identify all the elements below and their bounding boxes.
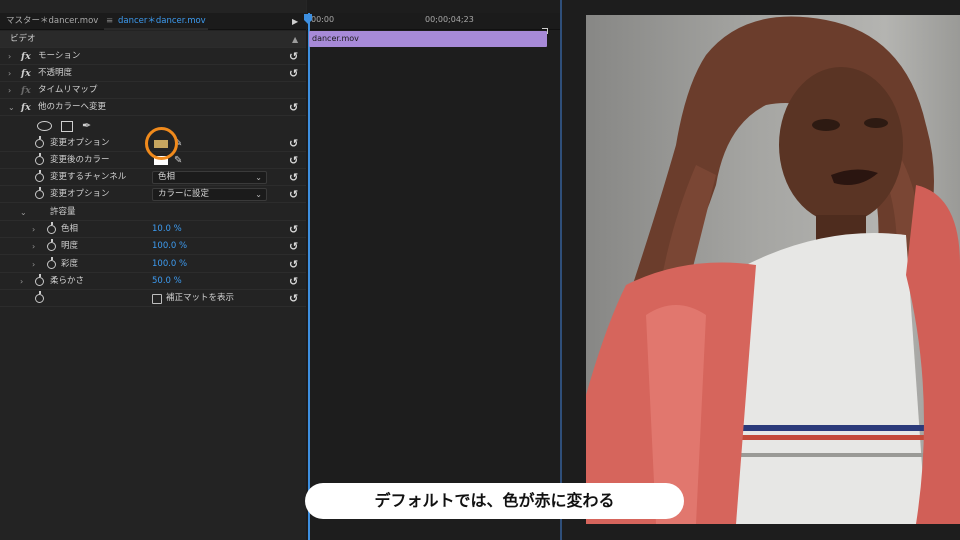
reset-icon[interactable]: ↺ <box>289 48 298 65</box>
stopwatch-icon[interactable] <box>35 136 44 148</box>
reset-icon[interactable]: ↺ <box>289 169 298 186</box>
stopwatch-icon[interactable] <box>35 274 44 286</box>
playhead[interactable] <box>308 13 310 540</box>
chevron-right-icon[interactable]: › <box>32 238 35 255</box>
reset-icon[interactable]: ↺ <box>289 256 298 273</box>
effect-row-motion[interactable]: › fx モーション ↺ <box>0 48 306 65</box>
effect-row-time-remap[interactable]: › fx タイムリマップ <box>0 82 306 99</box>
timecode-start: 00:00 <box>311 15 335 24</box>
change-channel-dropdown[interactable]: 色相 ⌄ <box>152 171 267 184</box>
param-row-lightness[interactable]: › 明度 100.0 % ↺ <box>0 238 306 255</box>
reset-icon[interactable]: ↺ <box>289 290 298 307</box>
hue-value[interactable]: 10.0 % <box>152 221 182 238</box>
param-row-hue[interactable]: › 色相 10.0 % ↺ <box>0 221 306 238</box>
change-option-dropdown[interactable]: カラーに設定 ⌄ <box>152 188 267 201</box>
chevron-down-icon[interactable]: ⌄ <box>8 99 15 116</box>
collapse-icon[interactable]: ▲ <box>292 31 298 48</box>
panel-tabs: マスター＊dancer.mov ≡ dancer＊dancer.mov ▶ <box>0 13 306 30</box>
dancer-frame-illustration <box>586 15 960 524</box>
video-section-header[interactable]: ビデオ ▲ <box>0 31 306 48</box>
reset-icon[interactable]: ↺ <box>289 152 298 169</box>
timecode-end: 00;00;04;23 <box>425 15 474 24</box>
fx-icon: fx <box>21 68 31 79</box>
stopwatch-icon[interactable] <box>47 239 56 251</box>
caption-banner: デフォルトでは、色が赤に変わる <box>305 483 684 519</box>
param-row-change-option[interactable]: 変更オプション カラーに設定 ⌄ ↺ <box>0 186 306 203</box>
ellipse-mask-icon[interactable] <box>37 121 52 131</box>
effect-label: 不透明度 <box>38 68 73 78</box>
dropdown-value: 色相 <box>158 172 176 182</box>
timeline-clip[interactable]: dancer.mov <box>309 31 547 47</box>
param-label: 変更後のカラー <box>50 155 110 165</box>
param-label: 変更オプション <box>50 189 110 199</box>
active-tab-indicator <box>104 28 208 30</box>
rectangle-mask-icon[interactable] <box>61 121 73 132</box>
param-row-change-channel[interactable]: 変更するチャンネル 色相 ⌄ ↺ <box>0 169 306 186</box>
fx-icon: fx <box>21 51 31 62</box>
dropdown-value: カラーに設定 <box>158 189 210 199</box>
effect-row-opacity[interactable]: › fx 不透明度 ↺ <box>0 65 306 82</box>
reset-icon[interactable]: ↺ <box>289 221 298 238</box>
param-group-tolerance[interactable]: ⌄ 許容量 <box>0 204 306 221</box>
effect-label: モーション <box>38 51 81 61</box>
param-label: 許容量 <box>50 207 76 217</box>
param-row-softness[interactable]: › 柔らかさ 50.0 % ↺ <box>0 273 306 290</box>
effect-label: 他のカラーへ変更 <box>38 102 107 112</box>
stopwatch-icon[interactable] <box>35 187 44 199</box>
effect-row-change-to-color[interactable]: ⌄ fx 他のカラーへ変更 ↺ <box>0 99 306 116</box>
param-label: 変更するチャンネル <box>50 172 127 182</box>
stopwatch-icon[interactable] <box>35 170 44 182</box>
video-frame <box>586 15 960 524</box>
video-section-label: ビデオ <box>10 34 36 44</box>
play-icon[interactable]: ▶ <box>292 13 298 30</box>
chevron-right-icon[interactable]: › <box>8 82 11 99</box>
correction-matte-checkbox[interactable] <box>152 294 162 304</box>
param-label: 変更オプション <box>50 138 110 148</box>
param-row-correction-matte[interactable]: 補正マットを表示 ↺ <box>0 290 306 307</box>
chevron-down-icon[interactable]: ⌄ <box>20 204 27 221</box>
param-label: 柔らかさ <box>50 276 85 286</box>
stopwatch-icon[interactable] <box>47 257 56 269</box>
clip-end-marker <box>542 28 548 34</box>
tab-master-clip[interactable]: マスター＊dancer.mov <box>6 13 98 30</box>
reset-icon[interactable]: ↺ <box>289 273 298 290</box>
time-ruler[interactable]: 00:00 00;00;04;23 <box>307 13 560 30</box>
param-row-saturation[interactable]: › 彩度 100.0 % ↺ <box>0 256 306 273</box>
softness-value[interactable]: 50.0 % <box>152 273 182 290</box>
reset-icon[interactable]: ↺ <box>289 135 298 152</box>
fx-icon: fx <box>21 85 31 96</box>
clip-name: dancer.mov <box>312 34 359 43</box>
stopwatch-icon[interactable] <box>47 222 56 234</box>
reset-icon[interactable]: ↺ <box>289 186 298 203</box>
chevron-right-icon[interactable]: › <box>32 221 35 238</box>
saturation-value[interactable]: 100.0 % <box>152 256 187 273</box>
reset-icon[interactable]: ↺ <box>289 65 298 82</box>
program-monitor <box>562 0 960 540</box>
highlight-ring <box>145 127 178 160</box>
reset-icon[interactable]: ↺ <box>289 99 298 116</box>
stopwatch-icon[interactable] <box>35 291 44 303</box>
fx-icon: fx <box>21 102 31 113</box>
chevron-right-icon[interactable]: › <box>8 65 11 82</box>
param-label: 色相 <box>61 224 79 234</box>
chevron-right-icon[interactable]: › <box>32 256 35 273</box>
eyedropper-icon[interactable]: ✎ <box>174 152 182 169</box>
reset-icon[interactable]: ↺ <box>289 238 298 255</box>
checkbox-label: 補正マットを表示 <box>166 293 235 303</box>
chevron-right-icon[interactable]: › <box>8 48 11 65</box>
chevron-down-icon: ⌄ <box>255 173 262 182</box>
chevron-right-icon[interactable]: › <box>20 273 23 290</box>
param-label: 彩度 <box>61 259 79 269</box>
stopwatch-icon[interactable] <box>35 153 44 165</box>
timeline-panel: 00:00 00;00;04;23 dancer.mov <box>304 0 560 540</box>
effect-label: タイムリマップ <box>38 85 98 95</box>
lightness-value[interactable]: 100.0 % <box>152 238 187 255</box>
pen-mask-icon[interactable]: ✒ <box>82 117 91 134</box>
chevron-down-icon: ⌄ <box>255 190 262 199</box>
param-label: 明度 <box>61 241 79 251</box>
effect-controls-panel: マスター＊dancer.mov ≡ dancer＊dancer.mov ▶ ビデ… <box>0 0 306 540</box>
